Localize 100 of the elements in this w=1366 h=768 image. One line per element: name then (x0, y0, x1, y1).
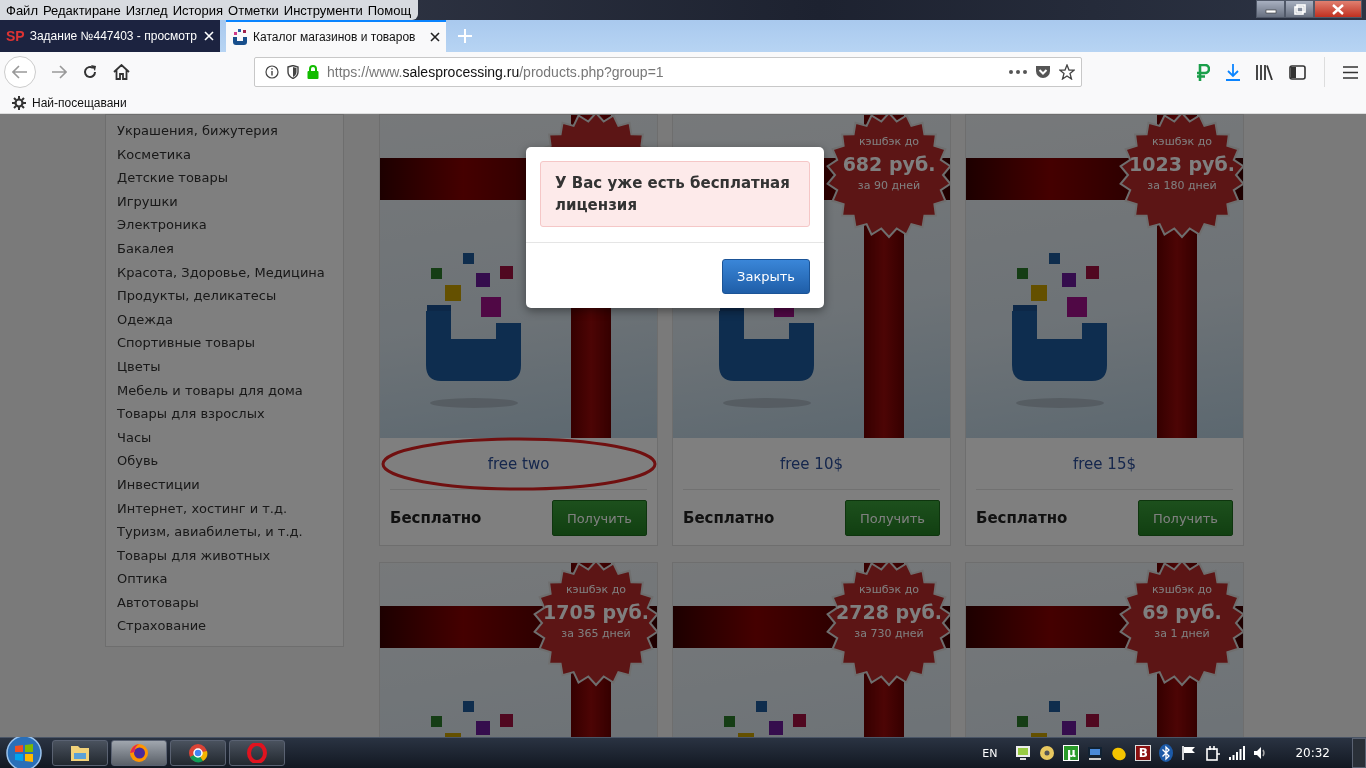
tab-favicon: SP (6, 28, 25, 44)
restore-button[interactable] (1285, 0, 1314, 18)
back-icon (12, 65, 28, 79)
language-indicator[interactable]: EN (982, 746, 998, 760)
taskbar-app[interactable] (111, 740, 167, 766)
badge-period: за 180 дней (1147, 179, 1217, 193)
get-button[interactable]: Получить (1137, 500, 1233, 536)
menu-item[interactable]: Помощ (365, 2, 415, 18)
category-link[interactable]: Страхование (117, 614, 335, 639)
lemon-icon[interactable] (1111, 745, 1128, 761)
category-link[interactable]: Часы (117, 425, 335, 450)
category-link[interactable]: Косметика (117, 142, 335, 167)
minimize-button[interactable] (1256, 0, 1285, 18)
menu-item[interactable]: Файл (4, 2, 41, 18)
category-link[interactable]: Красота, Здоровье, Медицина (117, 260, 335, 285)
address-bar[interactable]: https://www.salesprocessing.ru/products.php?group=1 (254, 57, 1082, 87)
badge-amount: 1705 руб. (543, 600, 649, 625)
menu-item[interactable]: Редактиране (40, 2, 124, 18)
category-link[interactable]: Туризм, авиабилеты, и т.д. (117, 520, 335, 544)
category-link[interactable]: Игрушки (117, 189, 335, 214)
browser-tab[interactable]: Каталог магазинов и товаров (226, 20, 446, 52)
category-link[interactable]: Мебель и товары для дома (117, 378, 335, 403)
price-label: Бесплатно (390, 509, 482, 527)
category-link[interactable]: Автотовары (117, 590, 335, 615)
menu-item[interactable]: Изглед (123, 2, 171, 18)
browser-tab[interactable]: SP Задание №447403 - просмотр (0, 20, 220, 52)
product-title[interactable]: free 15$ (1073, 454, 1136, 473)
home-icon[interactable] (113, 64, 130, 80)
menu-icon[interactable] (1343, 65, 1358, 79)
forward-icon[interactable] (51, 65, 67, 79)
badge-caption: кэшбэк до (565, 583, 626, 597)
category-link[interactable]: Одежда (117, 307, 335, 332)
clock[interactable]: 20:32 (1295, 746, 1330, 760)
badge-caption: кэшбэк до (1151, 583, 1212, 597)
menu-item[interactable]: История (170, 2, 227, 18)
category-link[interactable]: Детские товары (117, 166, 335, 190)
bookmark-item[interactable]: Най-посещавани (12, 95, 127, 110)
network-icon[interactable] (1087, 745, 1104, 761)
get-button[interactable]: Получить (844, 500, 940, 536)
info-icon[interactable] (265, 65, 279, 79)
badge-amount: 2728 руб. (836, 600, 942, 625)
category-link[interactable]: Оптика (117, 567, 335, 591)
close-icon (1331, 3, 1345, 15)
library-icon[interactable] (1256, 64, 1273, 80)
badge-caption: кэшбэк до (858, 135, 919, 149)
pocket-icon[interactable] (1035, 65, 1051, 79)
flag-icon[interactable] (1181, 745, 1198, 761)
torrent-icon[interactable]: µ (1063, 745, 1080, 761)
category-link[interactable]: Продукты, деликатесы (117, 284, 335, 308)
category-link[interactable]: Товары для взрослых (117, 402, 335, 426)
monitor-icon[interactable] (1015, 745, 1032, 761)
badge-period: за 1 дней (1154, 627, 1210, 641)
category-link[interactable]: Обувь (117, 449, 335, 473)
alert-message: У Вас уже есть бесплатная лицензия (540, 161, 810, 227)
download-icon[interactable] (1226, 63, 1240, 81)
ruble-icon[interactable] (1196, 63, 1210, 81)
tab-favicon (232, 29, 248, 45)
url-text[interactable]: https://www.salesprocessing.ru/products.php?group=1 (327, 64, 664, 80)
padlock-icon (307, 65, 319, 79)
bluetooth-icon[interactable] (1159, 744, 1174, 762)
badge-caption: кэшбэк до (858, 583, 919, 597)
product-title[interactable]: free two (487, 454, 550, 473)
menu-item[interactable]: Инструменти (281, 2, 366, 18)
start-button[interactable] (6, 735, 42, 768)
category-link[interactable]: Бакалея (117, 236, 335, 261)
firefox-icon (129, 743, 149, 763)
close-dialog-button[interactable]: Закрыть (722, 259, 810, 294)
badge-amount: 1023 руб. (1129, 152, 1235, 177)
category-link[interactable]: Спортивные товары (117, 331, 335, 355)
sidebar-icon[interactable] (1289, 64, 1306, 80)
badge-amount: 682 руб. (842, 152, 936, 177)
taskbar-app[interactable] (170, 740, 226, 766)
category-link[interactable]: Электроника (117, 213, 335, 237)
power-plug-icon[interactable] (1205, 745, 1222, 761)
badge-amount: 69 руб. (1142, 600, 1222, 625)
shield-icon[interactable] (287, 65, 299, 79)
volume-icon[interactable] (1253, 746, 1268, 760)
disc-icon[interactable] (1039, 745, 1056, 761)
category-link[interactable]: Цветы (117, 354, 335, 379)
price-label: Бесплатно (683, 509, 775, 527)
chrome-icon (188, 743, 208, 763)
reload-icon[interactable] (82, 64, 98, 80)
b-icon[interactable]: B (1135, 745, 1152, 761)
taskbar-app[interactable] (52, 740, 108, 766)
menu-item[interactable]: Отметки (226, 2, 282, 18)
get-button[interactable]: Получить (551, 500, 647, 536)
more-icon[interactable] (1009, 70, 1027, 74)
category-link[interactable]: Инвестиции (117, 472, 335, 497)
product-title[interactable]: free 10$ (780, 454, 843, 473)
signal-icon[interactable] (1229, 746, 1246, 760)
category-link[interactable]: Товары для животных (117, 543, 335, 568)
category-link[interactable]: Интернет, хостинг и т.д. (117, 496, 335, 521)
folder-icon (70, 744, 90, 762)
badge-period: за 730 дней (854, 627, 924, 641)
gear-icon (12, 95, 26, 110)
star-icon[interactable] (1059, 64, 1075, 80)
close-button[interactable] (1314, 0, 1362, 18)
category-link[interactable]: Украшения, бижутерия (117, 119, 335, 143)
badge-period: за 365 дней (561, 627, 631, 641)
close-tab-icon[interactable] (430, 32, 440, 42)
